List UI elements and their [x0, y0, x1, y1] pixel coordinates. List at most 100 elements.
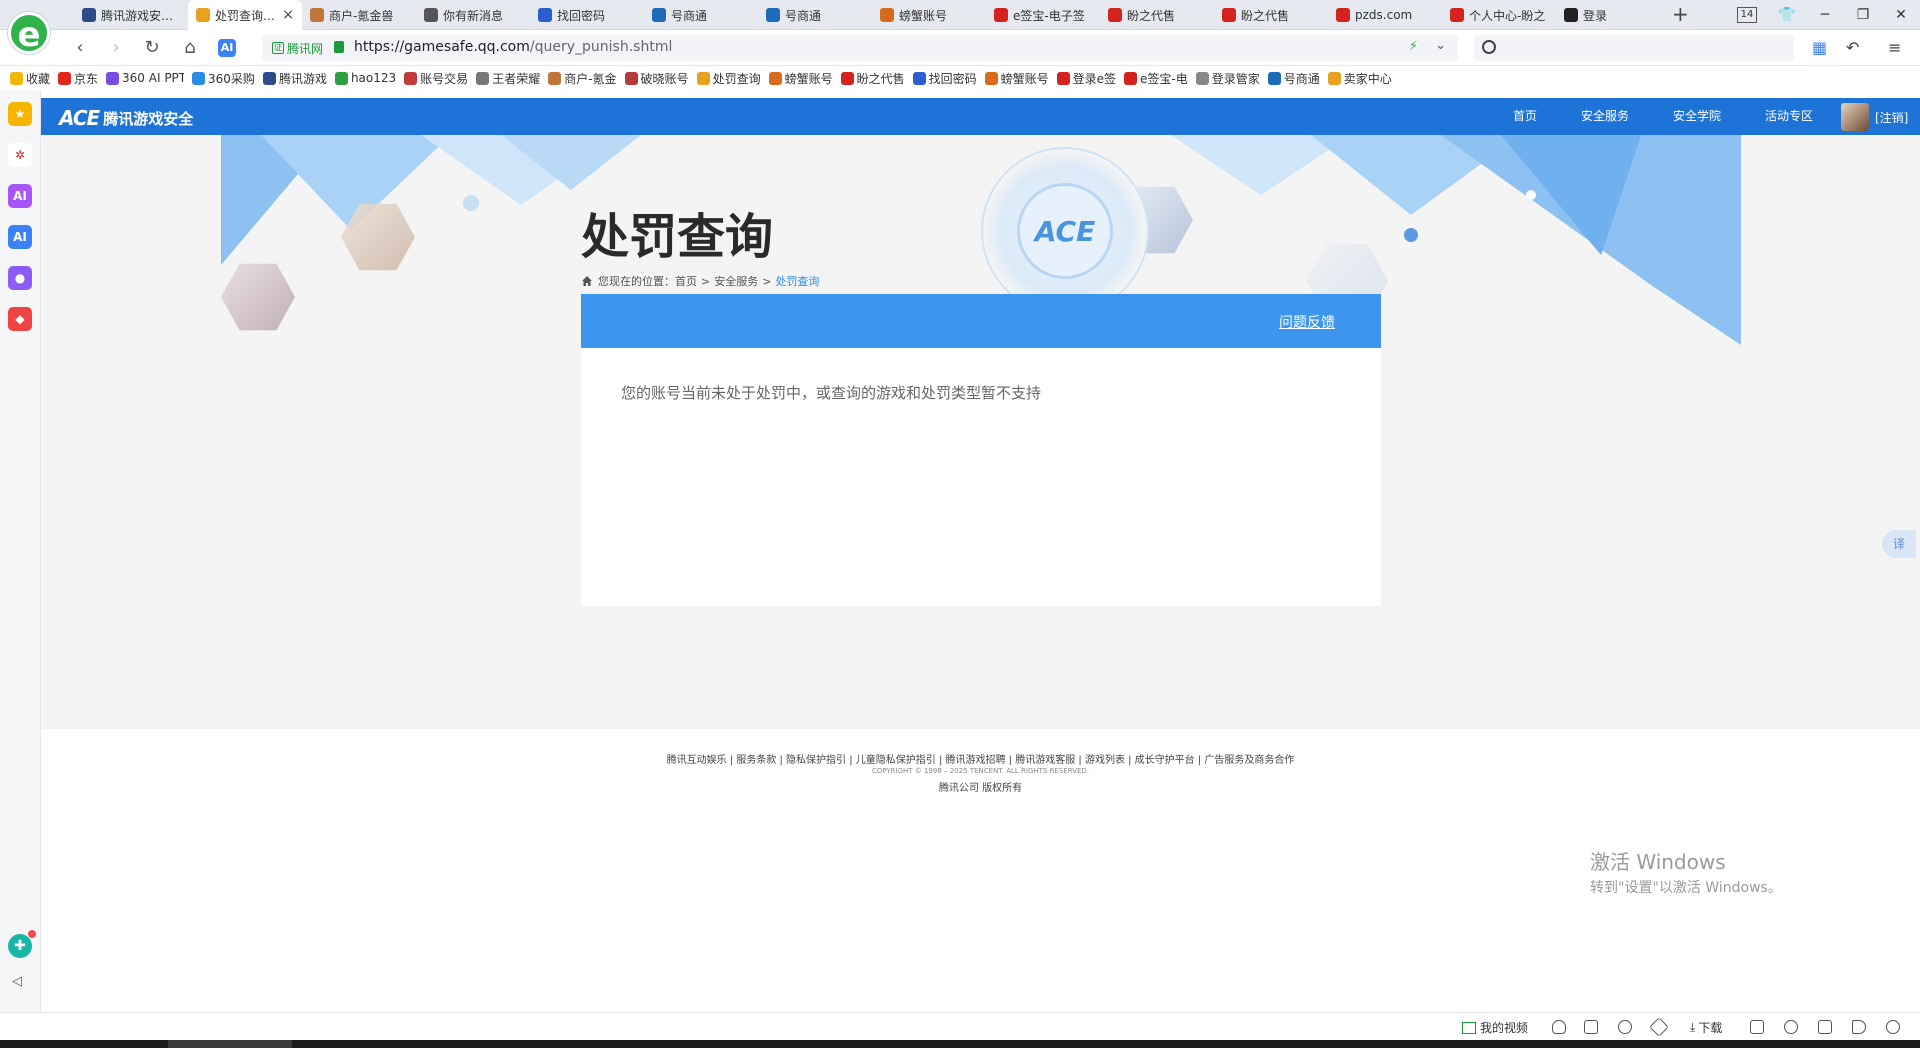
- browser-logo[interactable]: e: [8, 12, 50, 55]
- heart-icon[interactable]: [1618, 1020, 1632, 1034]
- chevron-down-icon[interactable]: ⌄: [1435, 38, 1446, 53]
- breadcrumb-home[interactable]: 首页: [675, 273, 697, 289]
- browser-tab[interactable]: 号商通: [644, 0, 758, 30]
- bookmark-item[interactable]: 找回密码: [912, 70, 977, 87]
- minimize-button[interactable]: ─: [1806, 0, 1844, 30]
- bookmark-item[interactable]: 处罚查询: [696, 70, 761, 87]
- browser-tab[interactable]: 盼之代售: [1214, 0, 1328, 30]
- bookmark-item[interactable]: 账号交易: [404, 70, 468, 87]
- browser-tab[interactable]: 腾讯游戏安全中心: [74, 0, 188, 30]
- bookmark-icon: [984, 71, 998, 85]
- browser-tab[interactable]: 商户-氪金兽: [302, 0, 416, 30]
- bookmark-item[interactable]: 盼之代售: [840, 70, 905, 87]
- avatar[interactable]: [1841, 103, 1869, 131]
- browser-tab[interactable]: 个人中心-盼之: [1442, 0, 1556, 30]
- bookmark-item[interactable]: 收藏: [10, 70, 50, 87]
- bookmark-item[interactable]: 腾讯游戏: [262, 70, 327, 87]
- nav-security-academy[interactable]: 安全学院: [1673, 98, 1721, 135]
- browser-tab[interactable]: pzds.com: [1328, 0, 1442, 30]
- url-text[interactable]: https://gamesafe.qq.com/query_punish.sht…: [354, 39, 672, 55]
- browser-tab[interactable]: 号商通: [758, 0, 872, 30]
- bookmark-item[interactable]: 京东: [58, 70, 98, 87]
- translate-button[interactable]: 译: [1882, 530, 1916, 558]
- bookmark-item[interactable]: 王者荣耀: [476, 70, 540, 87]
- close-window-button[interactable]: ✕: [1882, 0, 1920, 30]
- bookmark-item[interactable]: 号商通: [1267, 70, 1320, 87]
- search-input[interactable]: [1474, 35, 1794, 61]
- menu-icon[interactable]: ≡: [1888, 38, 1901, 57]
- image-icon[interactable]: [1584, 1020, 1598, 1034]
- browser-tab[interactable]: 找回密码: [530, 0, 644, 30]
- taskbar-item[interactable]: [168, 1040, 292, 1048]
- reload-button[interactable]: ↻: [140, 36, 164, 60]
- bookmark-item[interactable]: 360 AI PPT: [106, 71, 184, 85]
- logout-link[interactable]: [注销]: [1875, 109, 1908, 126]
- download-button[interactable]: ⤓ 下载: [1690, 1019, 1722, 1036]
- breadcrumb-section[interactable]: 安全服务: [714, 273, 758, 289]
- sidebar-plugin-button[interactable]: ✚: [8, 930, 36, 958]
- bookmark-item[interactable]: e签宝-电: [1124, 70, 1188, 87]
- lock-icon: [334, 41, 344, 53]
- feedback-link[interactable]: 问题反馈: [1279, 312, 1335, 332]
- bookmark-label: 号商通: [1283, 71, 1320, 86]
- bookmark-icon: [912, 71, 926, 85]
- my-video-button[interactable]: 我的视频: [1462, 1019, 1528, 1036]
- close-tab-icon[interactable]: ×: [282, 7, 294, 23]
- browser-tab[interactable]: 登录: [1556, 0, 1670, 30]
- secure-site-badge[interactable]: 证 腾讯网: [272, 40, 323, 56]
- bookmark-item[interactable]: hao123: [334, 71, 396, 85]
- undo-icon[interactable]: ↶: [1846, 38, 1859, 57]
- footer-company: 腾讯公司 版权所有: [938, 783, 1023, 794]
- nav-events[interactable]: 活动专区: [1765, 98, 1813, 135]
- rocket-icon[interactable]: [1649, 1017, 1669, 1037]
- bookmark-icon: [1124, 71, 1138, 85]
- ai-icon[interactable]: AI: [8, 225, 32, 249]
- bookmark-item[interactable]: 破晓账号: [624, 70, 689, 87]
- bookmark-label: e签宝-电: [1140, 71, 1188, 86]
- speaker-icon[interactable]: [1852, 1020, 1866, 1034]
- browser-tab[interactable]: e签宝-电子签: [986, 0, 1100, 30]
- collapse-sidebar-icon[interactable]: ◁: [12, 974, 22, 989]
- browser-tab[interactable]: 盼之代售: [1100, 0, 1214, 30]
- window-icon[interactable]: [1818, 1020, 1832, 1034]
- bookmark-item[interactable]: 登录管家: [1195, 70, 1260, 87]
- tab-favicon-icon: [310, 8, 324, 22]
- browser-tab[interactable]: 你有新消息: [416, 0, 530, 30]
- forward-button[interactable]: ›: [104, 36, 128, 60]
- new-tab-button[interactable]: +: [1672, 4, 1689, 24]
- maximize-button[interactable]: ❐: [1844, 0, 1882, 30]
- network-icon[interactable]: ✲: [8, 143, 32, 167]
- browser-tab[interactable]: 螃蟹账号: [872, 0, 986, 30]
- favorites-icon[interactable]: ★: [8, 102, 32, 126]
- bookmark-item[interactable]: 商户-氪金: [548, 70, 617, 87]
- lightning-icon[interactable]: ⚡: [1409, 39, 1418, 54]
- browser-tab[interactable]: 处罚查询-腾讯游戏安全×: [188, 0, 302, 30]
- bookmark-item[interactable]: 360采购: [192, 70, 255, 87]
- bookmark-item[interactable]: 螃蟹账号: [768, 70, 833, 87]
- nav-home[interactable]: 首页: [1513, 98, 1537, 135]
- nav-security-services[interactable]: 安全服务: [1581, 98, 1629, 135]
- back-button[interactable]: ‹: [68, 36, 92, 60]
- footer-links[interactable]: 腾讯互动娱乐 | 服务条款 | 隐私保护指引 | 儿童隐私保护指引 | 腾讯游戏…: [41, 751, 1920, 766]
- bookmark-icon: [404, 71, 418, 85]
- ai-button[interactable]: AI: [218, 39, 236, 57]
- chat-icon[interactable]: ●: [8, 266, 32, 290]
- bookmark-item[interactable]: 螃蟹账号: [984, 70, 1049, 87]
- shield-icon[interactable]: [1552, 1020, 1566, 1034]
- address-bar[interactable]: 证 腾讯网 https://gamesafe.qq.com/query_puni…: [262, 35, 1458, 61]
- bookmark-item[interactable]: 登录e签: [1056, 70, 1116, 87]
- site-header: ACE 腾讯游戏安全 首页 安全服务 安全学院 活动专区 [注销]: [41, 98, 1920, 135]
- tab-favicon-icon: [538, 8, 552, 22]
- print-icon[interactable]: [1750, 1020, 1764, 1034]
- tab-count-badge[interactable]: 14: [1737, 7, 1757, 23]
- game-icon[interactable]: ◆: [8, 307, 32, 331]
- breadcrumb-separator: >: [762, 274, 772, 288]
- shirt-skin-icon[interactable]: 👕: [1768, 0, 1806, 30]
- home-button[interactable]: ⌂: [178, 36, 202, 60]
- zoom-icon[interactable]: [1886, 1020, 1900, 1034]
- site-logo[interactable]: ACE 腾讯游戏安全: [59, 106, 193, 130]
- browser-mini-icon[interactable]: [1784, 1020, 1798, 1034]
- bookmark-item[interactable]: 卖家中心: [1327, 70, 1392, 87]
- ai-assistant-icon[interactable]: AI: [8, 184, 32, 208]
- extensions-icon[interactable]: ▦: [1812, 38, 1827, 57]
